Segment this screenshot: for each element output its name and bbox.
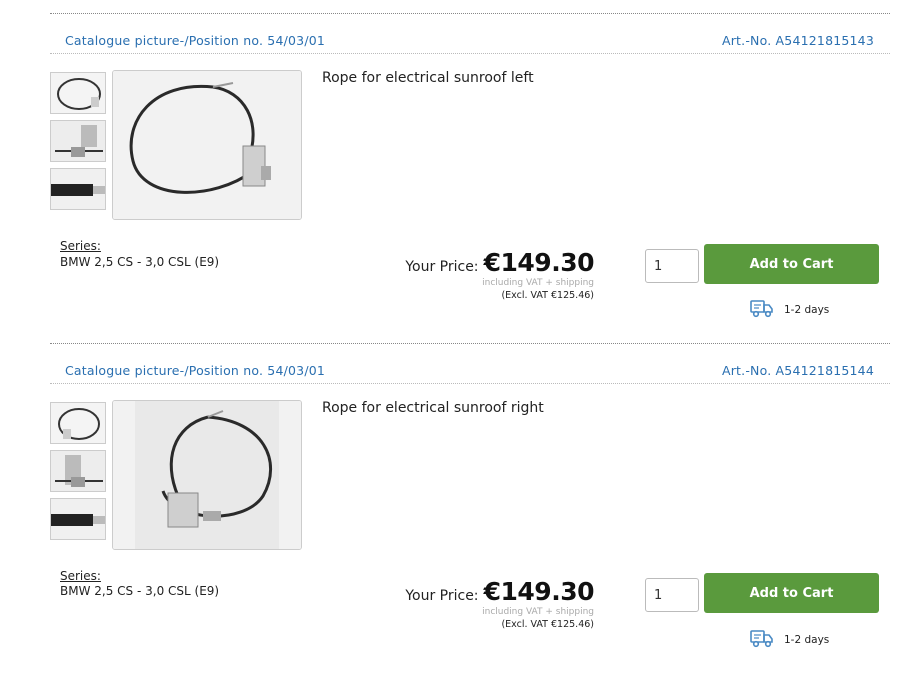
thumbnail-3[interactable] — [50, 168, 106, 210]
price-row: Your Price: €149.30 — [405, 577, 594, 606]
thumbnail-1[interactable] — [50, 72, 106, 114]
thumbnail-1[interactable] — [50, 402, 106, 444]
delivery-info: 1-2 days — [750, 628, 829, 652]
quantity-input[interactable] — [645, 249, 699, 283]
thumbnail-2[interactable] — [50, 120, 106, 162]
product-card: Catalogue picture-/Position no. 54/03/01… — [0, 343, 916, 673]
series-label: Series: — [60, 239, 101, 253]
excl-vat: (Excl. VAT €125.46) — [501, 619, 594, 630]
add-to-cart-button[interactable]: Add to Cart — [704, 244, 879, 284]
catalogue-position: Catalogue picture-/Position no. 54/03/01 — [65, 33, 326, 48]
thumbnail-3[interactable] — [50, 498, 106, 540]
product-name: Rope for electrical sunroof left — [322, 70, 534, 86]
series-label: Series: — [60, 569, 101, 583]
product-card: Catalogue picture-/Position no. 54/03/01… — [0, 13, 916, 343]
article-number: Art.-No. A54121815144 — [721, 363, 874, 378]
price-value: €149.30 — [483, 577, 595, 606]
series-value: BMW 2,5 CS - 3,0 CSL (E9) — [60, 584, 220, 598]
vat-note: including VAT + shipping — [482, 278, 594, 288]
excl-vat: (Excl. VAT €125.46) — [501, 290, 594, 301]
vat-note: including VAT + shipping — [482, 607, 594, 617]
delivery-truck-icon — [750, 298, 774, 322]
product-name: Rope for electrical sunroof right — [322, 400, 544, 416]
quantity-input[interactable] — [645, 578, 699, 612]
price-label: Your Price: — [405, 588, 479, 604]
header-separator — [50, 383, 890, 384]
thumbnail-2[interactable] — [50, 450, 106, 492]
price-row: Your Price: €149.30 — [405, 248, 594, 277]
delivery-truck-icon — [750, 628, 774, 652]
delivery-time: 1-2 days — [784, 634, 830, 646]
add-to-cart-button[interactable]: Add to Cart — [704, 573, 879, 613]
price-label: Your Price: — [405, 259, 479, 275]
article-number: Art.-No. A54121815143 — [721, 33, 874, 48]
price-value: €149.30 — [483, 248, 595, 277]
delivery-info: 1-2 days — [750, 298, 829, 322]
series-value: BMW 2,5 CS - 3,0 CSL (E9) — [60, 255, 220, 269]
header-separator — [50, 53, 890, 54]
catalogue-position: Catalogue picture-/Position no. 54/03/01 — [65, 363, 326, 378]
product-image[interactable] — [112, 400, 302, 550]
product-image[interactable] — [112, 70, 302, 220]
delivery-time: 1-2 days — [784, 304, 830, 316]
